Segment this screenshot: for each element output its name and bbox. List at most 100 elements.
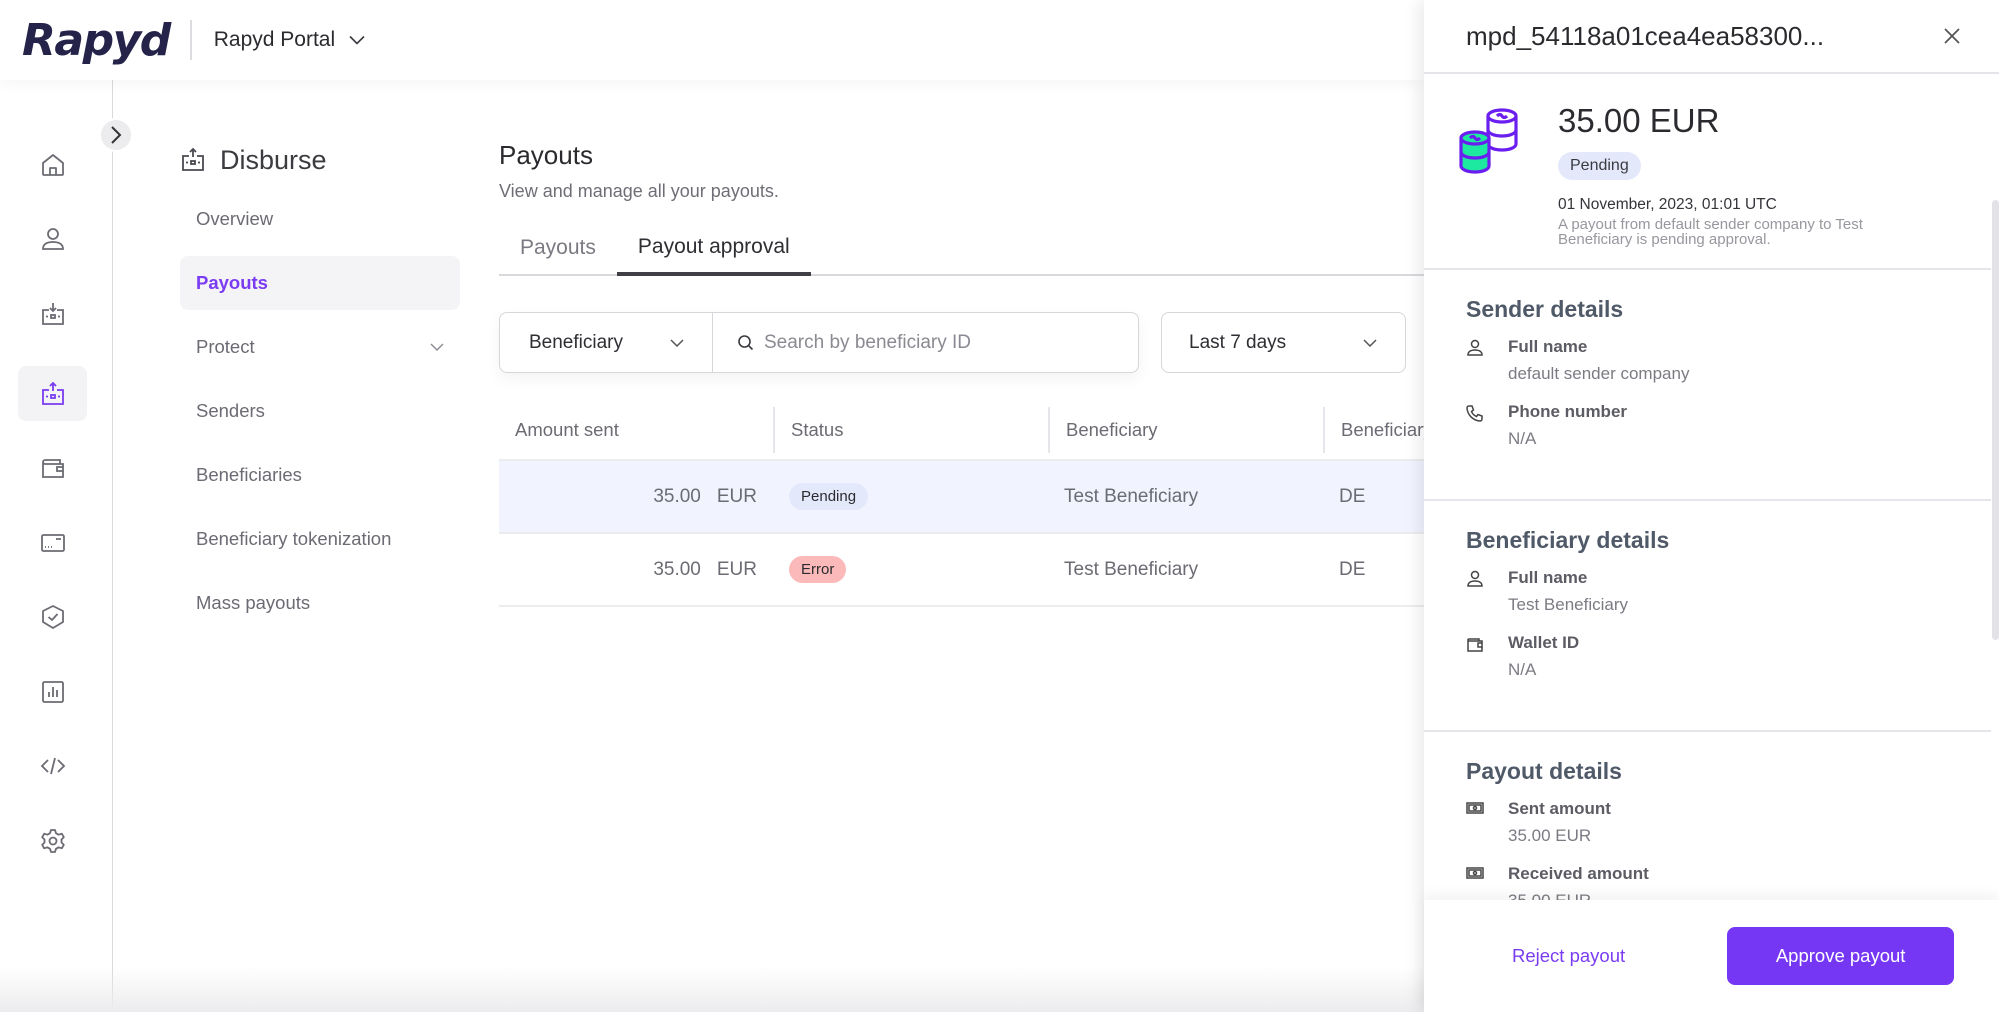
nav-item-mass-payouts[interactable]: Mass payouts bbox=[180, 576, 460, 630]
field-label: Full name bbox=[1508, 568, 1588, 587]
tab-bar: Payouts Payout approval bbox=[499, 222, 1424, 276]
date-range-select[interactable]: Last 7 days bbox=[1161, 312, 1406, 373]
status-badge: Error bbox=[789, 556, 847, 583]
cell-beneficiary: Test Beneficiary bbox=[1064, 485, 1199, 507]
rail-item-settings[interactable] bbox=[18, 813, 87, 868]
cell-amount: 35.00 EUR bbox=[499, 486, 773, 508]
rail-item-customers[interactable] bbox=[18, 211, 87, 266]
panel-body: 35.00 EUR Pending 01 November, 2023, 01:… bbox=[1424, 74, 1991, 900]
close-icon bbox=[1944, 28, 1960, 44]
search-input[interactable] bbox=[764, 331, 1104, 354]
home-icon bbox=[41, 153, 64, 176]
cell-country: DE bbox=[1339, 558, 1366, 580]
rail-item-collect[interactable] bbox=[18, 286, 87, 341]
rail-item-disburse[interactable] bbox=[18, 366, 87, 421]
rail-item-reports[interactable] bbox=[18, 664, 87, 719]
page-subtitle: View and manage all your payouts. bbox=[499, 181, 779, 201]
detail-field: Full name default sender company bbox=[1466, 337, 1991, 384]
search-filter-group: Beneficiary bbox=[499, 312, 1139, 373]
approve-payout-button[interactable]: Approve payout bbox=[1727, 927, 1955, 985]
nav-item-beneficiaries[interactable]: Beneficiaries bbox=[180, 448, 460, 502]
user-icon bbox=[1467, 339, 1483, 356]
field-label: Phone number bbox=[1508, 402, 1628, 421]
nav-item-protect[interactable]: Protect bbox=[180, 320, 460, 374]
section-title: Beneficiary details bbox=[1466, 527, 1670, 553]
nav-item-label: Senders bbox=[196, 400, 265, 421]
nav-item-beneficiary-tokenization[interactable]: Beneficiary tokenization bbox=[180, 512, 460, 566]
field-label: Received amount bbox=[1508, 864, 1649, 883]
table-row[interactable]: 35.00 EUR Pending Test Beneficiary DE bbox=[499, 461, 1424, 534]
column-header-status[interactable]: Status bbox=[773, 407, 1048, 453]
settings-icon bbox=[40, 828, 65, 853]
field-label: Full name bbox=[1508, 337, 1588, 356]
summary-date: 01 November, 2023, 01:01 UTC bbox=[1558, 196, 1777, 213]
field-value: 35.00 EUR bbox=[1508, 826, 1592, 845]
close-panel-button[interactable] bbox=[1943, 27, 1961, 45]
user-icon bbox=[41, 227, 64, 250]
detail-field: Full name Test Beneficiary bbox=[1466, 568, 1991, 615]
column-header-beneficiary-country[interactable]: Beneficiary country bbox=[1323, 407, 1424, 453]
tab-payout-approval[interactable]: Payout approval bbox=[616, 222, 811, 276]
chevron-right-icon bbox=[111, 126, 122, 144]
detail-field: Wallet ID N/A bbox=[1466, 633, 1991, 680]
table-row[interactable]: 35.00 EUR Error Test Beneficiary DE bbox=[499, 534, 1424, 607]
status-badge: Pending bbox=[1558, 152, 1641, 180]
search-type-select[interactable]: Beneficiary bbox=[500, 313, 713, 372]
sender-details-section: Sender details Full name default sender c… bbox=[1424, 270, 1991, 501]
summary-amount: 35.00 EUR bbox=[1558, 102, 1720, 139]
panel-title: mpd_54118a01cea4ea58300... bbox=[1466, 20, 1825, 51]
rail-item-protect[interactable] bbox=[18, 589, 87, 644]
wallet-icon bbox=[41, 458, 64, 478]
icon-sidebar bbox=[0, 80, 113, 1012]
nav-item-label: Overview bbox=[196, 208, 274, 229]
column-header-beneficiary[interactable]: Beneficiary bbox=[1048, 407, 1323, 453]
status-badge: Pending bbox=[789, 483, 869, 510]
cash-icon bbox=[1466, 802, 1484, 814]
chevron-down-icon bbox=[430, 343, 444, 351]
detail-field: Phone number N/A bbox=[1466, 402, 1991, 449]
nav-item-label: Protect bbox=[196, 336, 255, 357]
payout-details-section: Payout details Sent amount 35.00 EUR Rece… bbox=[1424, 732, 1991, 900]
cell-country: DE bbox=[1339, 485, 1366, 507]
filter-bar: Beneficiary Last 7 days bbox=[499, 312, 1424, 373]
rail-item-cards[interactable] bbox=[18, 515, 87, 570]
nav-item-payouts[interactable]: Payouts bbox=[180, 256, 460, 310]
cash-icon bbox=[1466, 867, 1484, 879]
main-content: Payouts View and manage all your payouts… bbox=[499, 140, 1424, 607]
reject-payout-button[interactable]: Reject payout bbox=[1512, 945, 1625, 967]
nav-item-label: Payouts bbox=[196, 272, 268, 293]
currency-value: EUR bbox=[716, 558, 757, 580]
chevron-down-icon bbox=[670, 338, 684, 347]
cell-status: Pending bbox=[773, 483, 1048, 510]
shield-check-icon bbox=[41, 604, 64, 629]
sidebar-expand-button[interactable] bbox=[99, 118, 133, 152]
portal-selector[interactable]: Rapyd Portal bbox=[214, 28, 365, 52]
beneficiary-details-section: Beneficiary details Full name Test Benefi… bbox=[1424, 501, 1991, 732]
header-divider bbox=[189, 20, 192, 60]
nav-item-senders[interactable]: Senders bbox=[180, 384, 460, 438]
phone-icon bbox=[1466, 405, 1483, 422]
rapyd-logo[interactable]: Rapyd bbox=[22, 15, 171, 66]
rail-item-wallets[interactable] bbox=[18, 440, 87, 495]
bottom-fade bbox=[0, 967, 1424, 1012]
column-header-amount-sent[interactable]: Amount sent bbox=[499, 407, 773, 453]
rail-item-home[interactable] bbox=[18, 137, 87, 192]
field-label: Wallet ID bbox=[1508, 633, 1580, 652]
portal-selector-label: Rapyd Portal bbox=[213, 28, 336, 51]
amount-value: 35.00 bbox=[653, 485, 701, 507]
amount-value: 35.00 bbox=[653, 558, 701, 580]
search-field bbox=[713, 313, 1138, 372]
section-nav: Disburse Overview Payouts Protect Sender… bbox=[180, 140, 460, 640]
payout-summary: 35.00 EUR Pending 01 November, 2023, 01:… bbox=[1424, 74, 1991, 270]
detail-field: Sent amount 35.00 EUR bbox=[1466, 799, 1991, 846]
card-icon bbox=[40, 533, 65, 552]
nav-item-overview[interactable]: Overview bbox=[180, 192, 460, 246]
chevron-down-icon bbox=[1363, 338, 1377, 347]
panel-footer: Reject payout Approve payout bbox=[1424, 900, 1999, 1012]
nav-item-label: Beneficiary tokenization bbox=[196, 528, 392, 549]
panel-scrollbar[interactable] bbox=[1992, 200, 1999, 640]
tab-payouts[interactable]: Payouts bbox=[499, 222, 617, 274]
rail-item-developers[interactable] bbox=[18, 738, 87, 793]
chevron-down-icon bbox=[349, 35, 365, 45]
search-icon bbox=[738, 335, 754, 351]
